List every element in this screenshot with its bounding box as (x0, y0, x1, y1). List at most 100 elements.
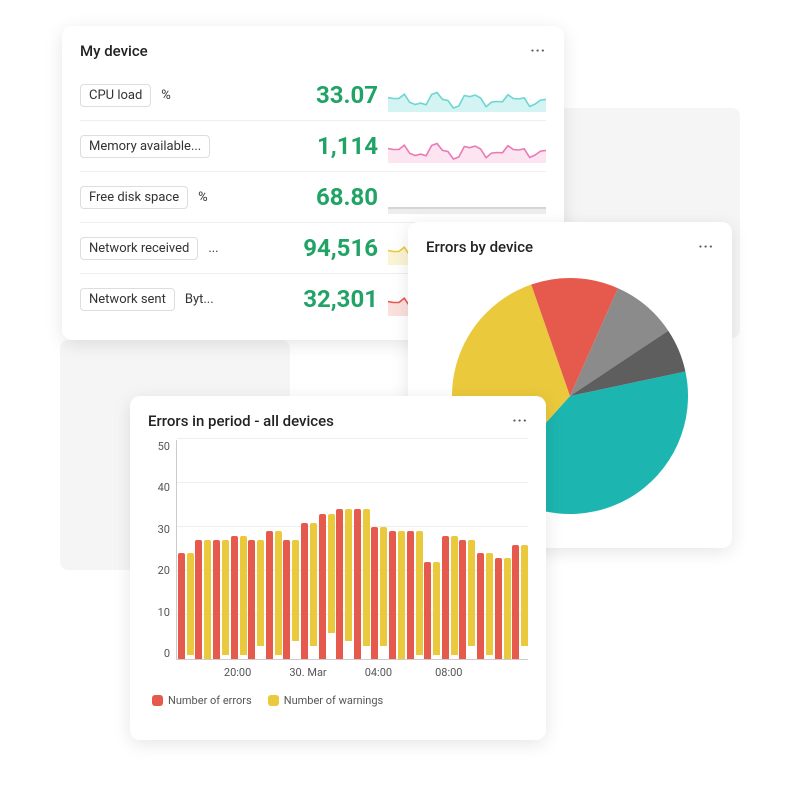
bar-group (424, 562, 440, 659)
metric-value: 68.80 (266, 183, 378, 211)
metric-unit: % (198, 190, 208, 205)
bar-errors (424, 562, 431, 659)
bar-group (354, 509, 370, 659)
metric-value: 1,114 (266, 132, 378, 160)
bar-errors (477, 553, 484, 659)
swatch-errors-icon (152, 695, 163, 706)
bar-group (495, 558, 511, 659)
bar-warnings (433, 562, 440, 654)
bar-group (248, 540, 264, 659)
bar-group (336, 509, 352, 659)
bar-group (477, 553, 493, 659)
bar-group (512, 545, 528, 659)
errors-in-period-card: Errors in period - all devices ··· 50403… (130, 396, 546, 740)
bar-group (442, 536, 458, 659)
bar-group (283, 540, 299, 659)
sparkline (388, 129, 546, 163)
bar-warnings (504, 558, 511, 659)
metric-row: Free disk space % 68.80 (80, 171, 546, 222)
bar-group (178, 553, 194, 659)
bar-chart (176, 440, 528, 660)
card-title: Errors in period - all devices (148, 412, 334, 430)
bar-warnings (292, 540, 299, 641)
metric-value: 94,516 (266, 234, 378, 262)
bar-warnings (204, 540, 211, 659)
metric-unit: Byt... (185, 292, 214, 307)
metric-value: 32,301 (266, 285, 378, 313)
bar-warnings (416, 531, 423, 654)
bar-errors (283, 540, 290, 659)
legend-label: Number of warnings (284, 694, 384, 707)
card-title: My device (80, 42, 148, 60)
x-tick: 08:00 (435, 666, 462, 679)
legend: Number of errors Number of warnings (152, 694, 528, 707)
bar-group (459, 540, 475, 659)
x-tick: 04:00 (365, 666, 392, 679)
bar-errors (336, 509, 343, 659)
bar-warnings (398, 531, 405, 659)
metric-name: Free disk space (80, 186, 188, 209)
bar-warnings (187, 553, 194, 654)
bar-warnings (257, 540, 264, 646)
bar-group (371, 527, 387, 659)
metric-name: Network sent (80, 288, 175, 311)
metric-row: CPU load % 33.07 (80, 70, 546, 120)
x-tick: 30. Mar (289, 666, 326, 679)
metric-name: CPU load (80, 84, 151, 107)
legend-item-warnings: Number of warnings (268, 694, 384, 707)
bar-errors (389, 531, 396, 659)
bar-group (195, 540, 211, 659)
sparkline (388, 78, 546, 112)
bar-errors (178, 553, 185, 659)
more-icon[interactable]: ··· (698, 240, 714, 254)
bar-group (301, 523, 317, 659)
bar-errors (354, 509, 361, 659)
bar-errors (459, 540, 466, 659)
sparkline (388, 180, 546, 214)
bar-errors (195, 540, 202, 659)
bar-warnings (222, 540, 229, 654)
bar-errors (319, 514, 326, 659)
bar-warnings (275, 531, 282, 654)
bar-errors (231, 536, 238, 659)
y-axis: 50403020100 (148, 440, 176, 660)
bar-warnings (380, 527, 387, 646)
bar-warnings (486, 553, 493, 654)
bar-warnings (310, 523, 317, 646)
metric-row: Memory available... 1,114 (80, 120, 546, 171)
x-tick: 20:00 (224, 666, 251, 679)
bar-errors (248, 540, 255, 659)
bar-warnings (363, 509, 370, 645)
bar-warnings (468, 540, 475, 646)
bar-group (266, 531, 282, 659)
more-icon[interactable]: ··· (512, 414, 528, 428)
bar-warnings (240, 536, 247, 655)
bar-errors (213, 540, 220, 659)
card-title: Errors by device (426, 238, 533, 256)
bar-group (319, 514, 335, 659)
more-icon[interactable]: ··· (530, 44, 546, 58)
legend-label: Number of errors (168, 694, 252, 707)
bar-errors (495, 558, 502, 659)
bar-errors (266, 531, 273, 659)
metric-name: Network received (80, 237, 198, 260)
bar-group (407, 531, 423, 659)
metric-name: Memory available... (80, 135, 210, 158)
bar-errors (371, 527, 378, 659)
bar-errors (512, 545, 519, 659)
metric-unit: % (161, 88, 171, 103)
bar-warnings (521, 545, 528, 646)
bar-errors (442, 536, 449, 659)
bar-group (213, 540, 229, 659)
x-axis: 20:00 30. Mar 04:00 08:00 (176, 666, 528, 680)
bar-group (389, 531, 405, 659)
swatch-warnings-icon (268, 695, 279, 706)
bar-group (231, 536, 247, 659)
metric-unit: ... (208, 241, 218, 256)
bar-warnings (328, 514, 335, 633)
metric-value: 33.07 (266, 81, 378, 109)
legend-item-errors: Number of errors (152, 694, 252, 707)
bar-warnings (345, 509, 352, 641)
bar-errors (407, 531, 414, 659)
bar-errors (301, 523, 308, 659)
